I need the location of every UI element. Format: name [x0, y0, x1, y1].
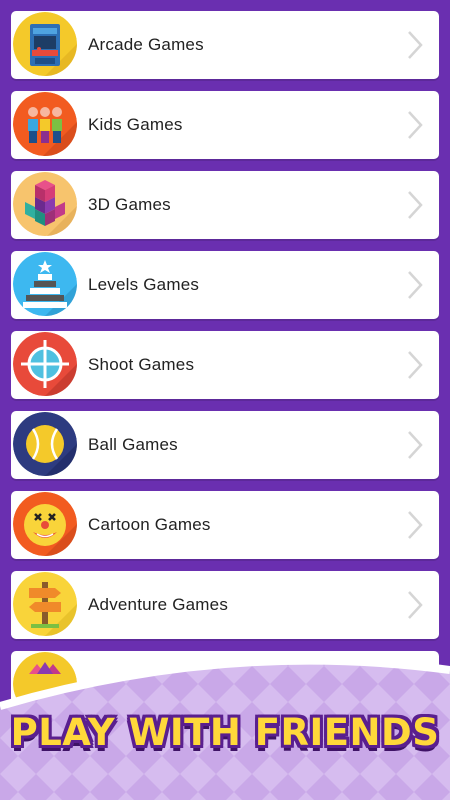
tennis-ball-icon	[13, 412, 77, 476]
category-label: Ball Games	[88, 435, 178, 454]
gems-icon	[13, 652, 77, 716]
chevron-right-icon	[407, 350, 423, 380]
chevron-right-icon	[407, 30, 423, 60]
category-list: Arcade Games Kids Games 3D Games Levels …	[0, 0, 450, 800]
category-item-adventure[interactable]: Adventure Games	[11, 571, 439, 639]
category-item-partial[interactable]	[11, 651, 439, 719]
category-label: 3D Games	[88, 195, 171, 214]
cubes-icon	[13, 172, 77, 236]
kids-figures-icon	[13, 92, 77, 156]
category-label: Adventure Games	[88, 595, 229, 614]
clown-face-icon	[13, 492, 77, 556]
category-label: Arcade Games	[88, 35, 204, 54]
category-label: Cartoon Games	[88, 515, 211, 534]
signpost-icon	[13, 572, 77, 636]
chevron-right-icon	[407, 430, 423, 460]
category-item-arcade[interactable]: Arcade Games	[11, 11, 439, 79]
chevron-right-icon	[407, 590, 423, 620]
category-item-levels[interactable]: Levels Games	[11, 251, 439, 319]
category-item-ball[interactable]: Ball Games	[11, 411, 439, 479]
crosshair-icon	[13, 332, 77, 396]
category-label: Levels Games	[88, 275, 200, 294]
category-item-cartoon[interactable]: Cartoon Games	[11, 491, 439, 559]
category-item-kids[interactable]: Kids Games	[11, 91, 439, 159]
chevron-right-icon	[407, 190, 423, 220]
category-item-shoot[interactable]: Shoot Games	[11, 331, 439, 399]
category-label: Shoot Games	[88, 355, 195, 374]
chevron-right-icon	[407, 270, 423, 300]
category-label: Kids Games	[88, 115, 183, 134]
category-item-3d[interactable]: 3D Games	[11, 171, 439, 239]
chevron-right-icon	[407, 110, 423, 140]
chevron-right-icon	[407, 510, 423, 540]
stacked-levels-icon	[13, 252, 77, 316]
arcade-machine-icon	[13, 12, 77, 76]
